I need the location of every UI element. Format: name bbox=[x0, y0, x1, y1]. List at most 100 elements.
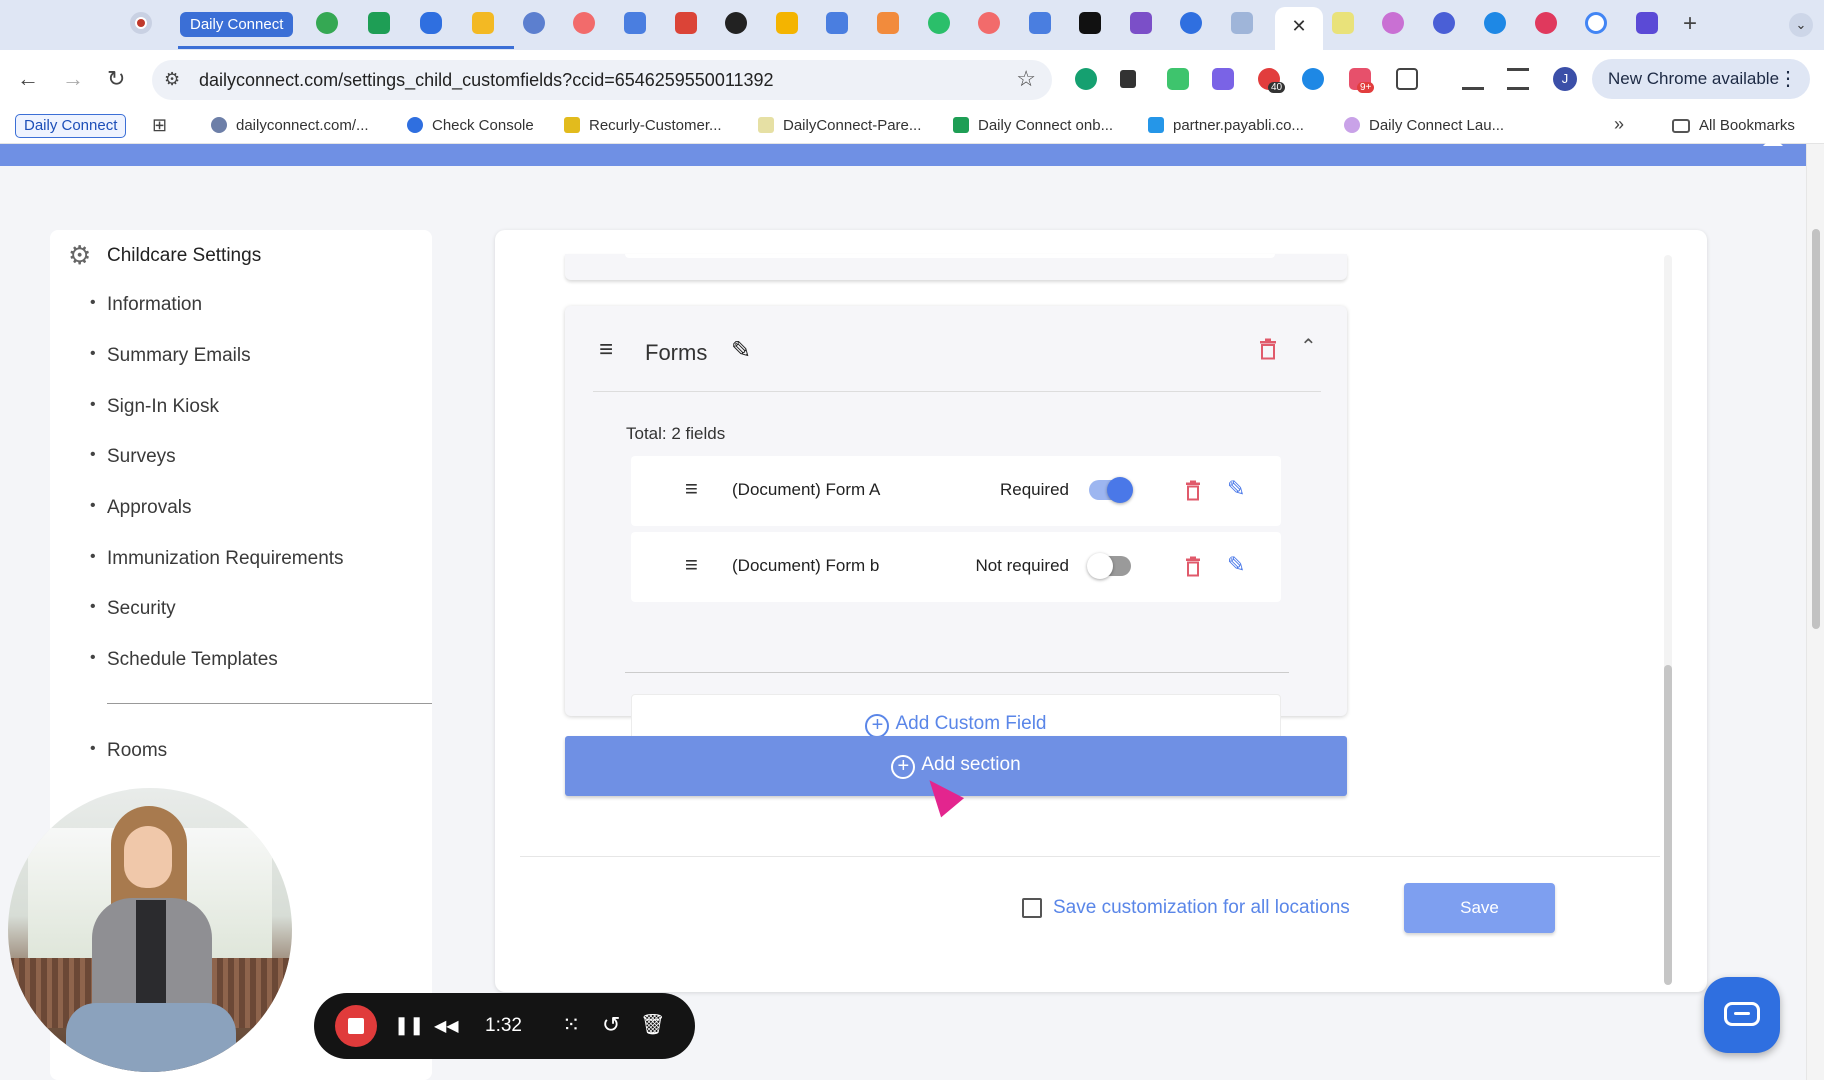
tab-icon-github[interactable] bbox=[725, 12, 747, 34]
collapse-chevron-icon[interactable]: ⌃ bbox=[1300, 334, 1317, 359]
save-all-locations-label[interactable]: Save customization for all locations bbox=[1053, 897, 1350, 919]
save-all-locations-checkbox[interactable] bbox=[1022, 898, 1042, 918]
tab-icon-gmail[interactable] bbox=[675, 12, 697, 34]
sidebar-item-summary-emails[interactable]: Summary Emails bbox=[90, 345, 251, 367]
drag-handle-icon[interactable]: ≡ bbox=[685, 478, 698, 500]
back-arrow-icon[interactable]: ← bbox=[17, 66, 39, 92]
tab-icon-target[interactable] bbox=[573, 12, 595, 34]
sidebar-item-schedule-templates[interactable]: Schedule Templates bbox=[90, 649, 278, 671]
sidebar-item-immunization-requirements[interactable]: Immunization Requirements bbox=[90, 548, 344, 570]
tab-search-chevron-icon[interactable]: ⌄ bbox=[1789, 13, 1813, 37]
forward-arrow-icon[interactable]: → bbox=[62, 66, 84, 92]
tab-icon-calendar[interactable] bbox=[624, 12, 646, 34]
tab-icon-compass[interactable] bbox=[1180, 12, 1202, 34]
address-bar[interactable]: ⚙ dailyconnect.com/settings_child_custom… bbox=[152, 60, 1052, 100]
add-section-button[interactable]: + Add section bbox=[565, 736, 1347, 796]
tab-icon-shield[interactable] bbox=[877, 12, 899, 34]
close-tab-icon[interactable]: ✕ bbox=[1275, 7, 1323, 45]
tab-icon-target-2[interactable] bbox=[978, 12, 1000, 34]
drag-handle-icon[interactable]: ≡ bbox=[685, 554, 698, 576]
tab-icon-blue-circle[interactable] bbox=[1484, 12, 1506, 34]
tab-icon-notion[interactable] bbox=[1079, 12, 1101, 34]
trash-icon[interactable]: 🗑 bbox=[640, 1012, 665, 1037]
sidebar-item-approvals[interactable]: Approvals bbox=[90, 497, 191, 519]
tab-icon-docs-2[interactable] bbox=[1029, 12, 1051, 34]
reload-icon[interactable]: ↻ bbox=[107, 66, 125, 92]
url-text[interactable]: dailyconnect.com/settings_child_customfi… bbox=[199, 70, 774, 91]
tab-icon-meet[interactable] bbox=[1636, 12, 1658, 34]
card-scrollbar-thumb[interactable] bbox=[1664, 665, 1672, 985]
sidebar-item-surveys[interactable]: Surveys bbox=[90, 446, 176, 468]
delete-section-trash-icon[interactable] bbox=[1259, 338, 1277, 360]
tab-icon-google[interactable] bbox=[1585, 12, 1607, 34]
tab-icon-docs[interactable] bbox=[826, 12, 848, 34]
site-info-icon[interactable]: ⚙ bbox=[164, 69, 180, 90]
blue-extension-icon[interactable] bbox=[1302, 68, 1324, 90]
bookmark-star-icon[interactable]: ☆ bbox=[1016, 66, 1036, 92]
tab-icon-qr[interactable] bbox=[1130, 12, 1152, 34]
pause-icon[interactable]: ❚❚ bbox=[394, 1015, 424, 1036]
download-icon[interactable] bbox=[1462, 68, 1484, 90]
card-scrollbar[interactable] bbox=[1664, 255, 1672, 985]
rewind-icon[interactable]: ◀◀ bbox=[434, 1016, 459, 1036]
tab-icon-drive[interactable] bbox=[776, 12, 798, 34]
tab-icon-sheets[interactable] bbox=[368, 12, 390, 34]
grid-dots-icon[interactable]: ⁙ bbox=[562, 1012, 580, 1038]
bookmark-item[interactable]: DailyConnect-Pare... bbox=[758, 117, 921, 134]
tab-icon-multicolor[interactable] bbox=[1382, 12, 1404, 34]
required-toggle[interactable] bbox=[1089, 477, 1133, 503]
bookmark-item[interactable]: Recurly-Customer... bbox=[564, 117, 722, 134]
delete-field-trash-icon[interactable] bbox=[1185, 480, 1201, 501]
page-scrollbar-thumb[interactable] bbox=[1812, 229, 1820, 629]
reading-list-icon[interactable] bbox=[1507, 68, 1529, 90]
tab-icon-globe[interactable] bbox=[523, 12, 545, 34]
new-chrome-available-chip[interactable]: New Chrome available ⋮ bbox=[1592, 59, 1810, 99]
tab-icon-red-circle[interactable] bbox=[1535, 12, 1557, 34]
cursor-extension-icon[interactable] bbox=[1120, 70, 1136, 88]
sidebar-item-information[interactable]: Information bbox=[90, 294, 202, 316]
all-bookmarks[interactable]: All Bookmarks bbox=[1672, 117, 1795, 134]
sidebar-item-rooms[interactable]: Rooms bbox=[90, 740, 167, 762]
chat-support-button[interactable] bbox=[1704, 977, 1780, 1053]
profile-avatar[interactable]: J bbox=[1553, 67, 1577, 91]
new-tab-button[interactable]: + bbox=[1683, 10, 1697, 38]
tab-icon-yellow[interactable] bbox=[1332, 12, 1354, 34]
bookmark-item[interactable]: Daily Connect onb... bbox=[953, 117, 1113, 134]
webcam-overlay[interactable] bbox=[8, 788, 292, 1072]
tab-icon-slides[interactable] bbox=[472, 12, 494, 34]
bookmark-item[interactable]: Check Console bbox=[407, 117, 534, 134]
active-tab[interactable]: ✕ bbox=[1275, 7, 1323, 50]
recording-tab-icon[interactable] bbox=[130, 12, 152, 34]
restart-icon[interactable]: ↺ bbox=[602, 1012, 620, 1038]
tab-icon-plus-green[interactable] bbox=[316, 12, 338, 34]
delete-field-trash-icon[interactable] bbox=[1185, 556, 1201, 577]
save-button[interactable]: Save bbox=[1404, 883, 1555, 933]
plus-circle-icon: + bbox=[865, 714, 890, 738]
edit-section-pencil-icon[interactable]: ✎ bbox=[731, 336, 751, 365]
tab-icon-app[interactable] bbox=[1231, 12, 1253, 34]
drag-handle-icon[interactable]: ≡ bbox=[599, 338, 613, 362]
sidebar-item-sign-in-kiosk[interactable]: Sign-In Kiosk bbox=[90, 396, 219, 418]
tab-icon-hubspot[interactable] bbox=[928, 12, 950, 34]
tab-icon-meta[interactable] bbox=[420, 12, 442, 34]
page-scrollbar[interactable] bbox=[1806, 144, 1824, 1080]
tab-icon-chat[interactable] bbox=[1433, 12, 1455, 34]
bookmark-group-daily-connect[interactable]: Daily Connect bbox=[15, 114, 127, 138]
apps-grid-icon[interactable]: ⊞ bbox=[152, 115, 167, 136]
bookmark-item[interactable]: dailyconnect.com/... bbox=[211, 117, 369, 134]
required-toggle[interactable] bbox=[1087, 553, 1131, 579]
chrome-menu-icon[interactable]: ⋮ bbox=[1778, 59, 1798, 99]
bookmark-item[interactable]: Daily Connect Lau... bbox=[1344, 117, 1504, 134]
edit-field-pencil-icon[interactable]: ✎ bbox=[1227, 552, 1245, 578]
tab-group-daily-connect[interactable]: Daily Connect bbox=[180, 12, 294, 37]
check-extension-icon[interactable] bbox=[1212, 68, 1234, 90]
grammarly-extension-icon[interactable] bbox=[1075, 68, 1097, 90]
more-bookmarks-icon[interactable]: » bbox=[1614, 114, 1624, 135]
puzzle-extensions-icon[interactable] bbox=[1396, 68, 1418, 90]
stop-recording-button[interactable] bbox=[335, 1005, 377, 1047]
green-extension-icon[interactable] bbox=[1167, 68, 1189, 90]
sidebar-item-security[interactable]: Security bbox=[90, 598, 176, 620]
bookmark-item[interactable]: partner.payabli.co... bbox=[1148, 117, 1304, 134]
edit-field-pencil-icon[interactable]: ✎ bbox=[1227, 476, 1245, 502]
update-chip-label: New Chrome available bbox=[1608, 69, 1780, 88]
